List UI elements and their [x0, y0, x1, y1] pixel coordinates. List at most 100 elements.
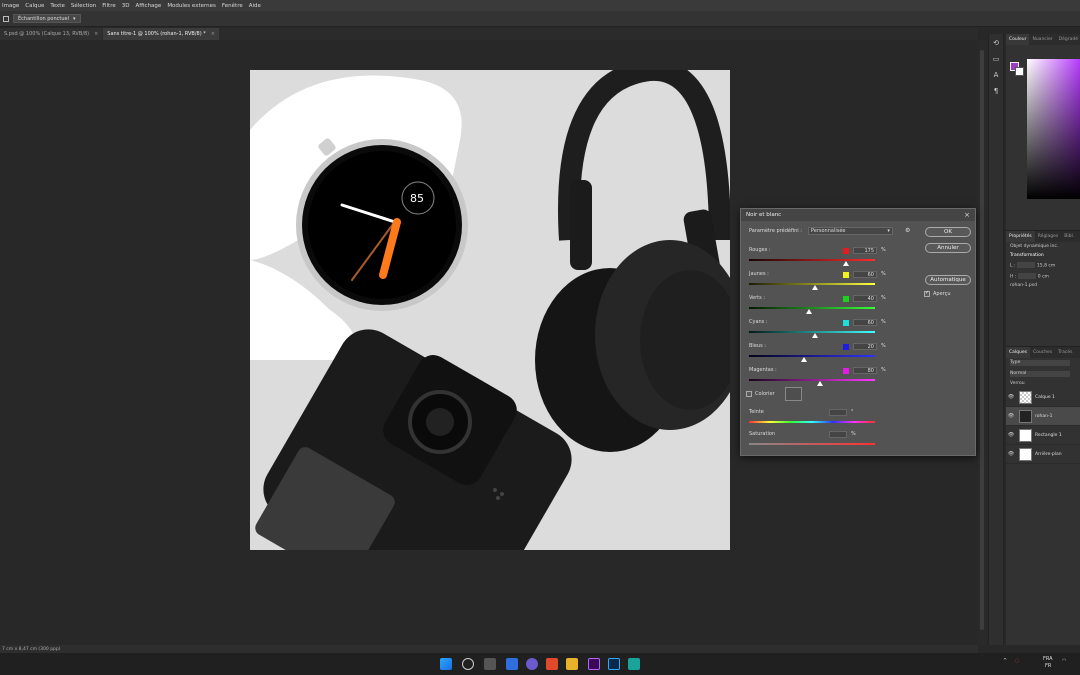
- eyedropper-icon[interactable]: [3, 15, 9, 22]
- preview-checkbox-row[interactable]: Aperçu: [924, 290, 951, 297]
- character-icon[interactable]: A: [991, 70, 1001, 80]
- close-icon[interactable]: ×: [94, 31, 98, 37]
- cancel-button[interactable]: Annuler: [925, 243, 971, 253]
- preset-select[interactable]: Personnalisée ▾: [807, 227, 893, 235]
- comment-icon[interactable]: ▭: [991, 54, 1001, 64]
- channel-value-field[interactable]: 175: [853, 247, 877, 254]
- tab-doc-1[interactable]: S.psd @ 100% (Calque 13, RVB/8) ×: [0, 28, 103, 40]
- slider-thumb[interactable]: [843, 261, 850, 266]
- dialog-titlebar[interactable]: Noir et blanc ×: [741, 209, 975, 221]
- tab-calques[interactable]: Calques: [1006, 347, 1030, 358]
- tab-traces[interactable]: Tracés: [1055, 347, 1075, 358]
- tint-slider[interactable]: Teinte °: [749, 409, 875, 431]
- saturation-slider[interactable]: Saturation %: [749, 431, 875, 453]
- layer-row[interactable]: 👁 Rectangle 1: [1006, 426, 1080, 445]
- menu-item[interactable]: Aide: [249, 3, 261, 9]
- visibility-eye-icon[interactable]: 👁: [1006, 413, 1016, 419]
- close-icon[interactable]: ×: [964, 211, 970, 219]
- channel-slider[interactable]: Jaunes : 60%: [749, 271, 886, 293]
- preview-checkbox[interactable]: [924, 290, 930, 297]
- colorize-checkbox[interactable]: [746, 391, 752, 397]
- tab-couleur[interactable]: Couleur: [1006, 34, 1030, 45]
- color-picker-field[interactable]: [1027, 59, 1080, 199]
- auto-button[interactable]: Automatique: [925, 275, 971, 285]
- saturation-value-field[interactable]: [829, 431, 847, 438]
- x-field[interactable]: [1017, 272, 1036, 279]
- menu-item[interactable]: Sélection: [71, 3, 96, 9]
- tab-doc-2[interactable]: Sans titre-1 @ 100% (rohan-1, RVB/8) * ×: [103, 28, 219, 40]
- ok-button[interactable]: OK: [925, 227, 971, 237]
- task-view-icon[interactable]: [484, 658, 496, 670]
- colorize-row[interactable]: Colorier: [746, 391, 775, 397]
- channel-value-field[interactable]: 60: [853, 319, 877, 326]
- tint-color-swatch[interactable]: [785, 387, 802, 401]
- gear-icon[interactable]: ⚙: [905, 227, 910, 234]
- wifi-icon[interactable]: ◠: [1062, 658, 1066, 664]
- document-canvas[interactable]: 85: [250, 70, 730, 550]
- vertical-scrollbar[interactable]: [978, 40, 986, 645]
- layer-row[interactable]: 👁 Calque 1: [1006, 388, 1080, 407]
- channel-value-field[interactable]: 20: [853, 343, 877, 350]
- premiere-icon[interactable]: [588, 658, 600, 670]
- channel-track[interactable]: [749, 355, 875, 357]
- slider-thumb[interactable]: [816, 381, 823, 386]
- background-color-swatch[interactable]: [1015, 67, 1024, 76]
- paragraph-icon[interactable]: ¶: [991, 86, 1001, 96]
- menu-item[interactable]: Filtre: [102, 3, 116, 9]
- menu-item[interactable]: Image: [2, 3, 19, 9]
- menu-item[interactable]: 3D: [122, 3, 130, 9]
- brave-browser-icon[interactable]: [546, 658, 558, 670]
- channel-slider[interactable]: Cyans : 60%: [749, 319, 886, 341]
- layer-row[interactable]: 👁 Arrière-plan: [1006, 445, 1080, 464]
- tint-value-field[interactable]: [829, 409, 847, 416]
- language-indicator[interactable]: FRA: [1043, 656, 1053, 662]
- tray-chevron-icon[interactable]: ^: [1003, 658, 1007, 664]
- visibility-eye-icon[interactable]: 👁: [1006, 394, 1016, 400]
- layer-filter-input[interactable]: Type: [1010, 360, 1070, 366]
- slider-thumb[interactable]: [801, 357, 808, 362]
- menu-item[interactable]: Calque: [25, 3, 44, 9]
- tab-bibliotheques[interactable]: Bibl.: [1061, 231, 1077, 242]
- tab-nuancier[interactable]: Nuancier: [1029, 34, 1055, 45]
- slider-thumb[interactable]: [811, 285, 818, 290]
- channel-track[interactable]: [749, 379, 875, 381]
- chat-icon[interactable]: [526, 658, 538, 670]
- search-icon[interactable]: [462, 658, 474, 670]
- menu-item[interactable]: Fenêtre: [222, 3, 243, 9]
- tab-couches[interactable]: Couches: [1030, 347, 1055, 358]
- scroll-thumb[interactable]: [980, 50, 984, 630]
- slider-thumb[interactable]: [811, 333, 818, 338]
- tint-track[interactable]: [749, 421, 875, 423]
- channel-slider[interactable]: Magentas : 80%: [749, 367, 886, 389]
- tab-proprietes[interactable]: Propriétés: [1006, 231, 1035, 242]
- menu-item[interactable]: Modules externes: [167, 3, 216, 9]
- channel-value-field[interactable]: 60: [853, 271, 877, 278]
- channel-slider[interactable]: Bleus : 20%: [749, 343, 886, 365]
- width-field[interactable]: [1016, 262, 1035, 268]
- visibility-eye-icon[interactable]: 👁: [1006, 451, 1016, 457]
- tab-reglages[interactable]: Réglages: [1035, 231, 1062, 242]
- keyboard-indicator[interactable]: FR: [1045, 663, 1051, 669]
- tab-degrade[interactable]: Dégradé: [1056, 34, 1080, 45]
- app-icon[interactable]: [628, 658, 640, 670]
- saturation-track[interactable]: [749, 443, 875, 445]
- layer-row[interactable]: 👁 rohan-1: [1006, 407, 1080, 426]
- widgets-icon[interactable]: [506, 658, 518, 670]
- slider-thumb[interactable]: [806, 309, 813, 314]
- channel-value-field[interactable]: 40: [853, 295, 877, 302]
- channel-slider[interactable]: Rouges : 175%: [749, 247, 886, 269]
- history-icon[interactable]: ⟲: [991, 38, 1001, 48]
- menu-item[interactable]: Affichage: [135, 3, 161, 9]
- photoshop-icon[interactable]: [608, 658, 620, 670]
- blend-mode-select[interactable]: Normal: [1010, 370, 1070, 377]
- close-icon[interactable]: ×: [211, 31, 215, 37]
- sample-size-select[interactable]: Échantillon ponctuel: [13, 14, 81, 23]
- file-explorer-icon[interactable]: [566, 658, 578, 670]
- channel-slider[interactable]: Verts : 40%: [749, 295, 886, 317]
- visibility-eye-icon[interactable]: 👁: [1006, 432, 1016, 438]
- channel-track[interactable]: [749, 259, 875, 261]
- tray-network-icon[interactable]: ◌: [1015, 658, 1019, 664]
- channel-value-field[interactable]: 80: [853, 367, 877, 374]
- start-icon[interactable]: [440, 658, 452, 670]
- menu-item[interactable]: Texte: [50, 3, 65, 9]
